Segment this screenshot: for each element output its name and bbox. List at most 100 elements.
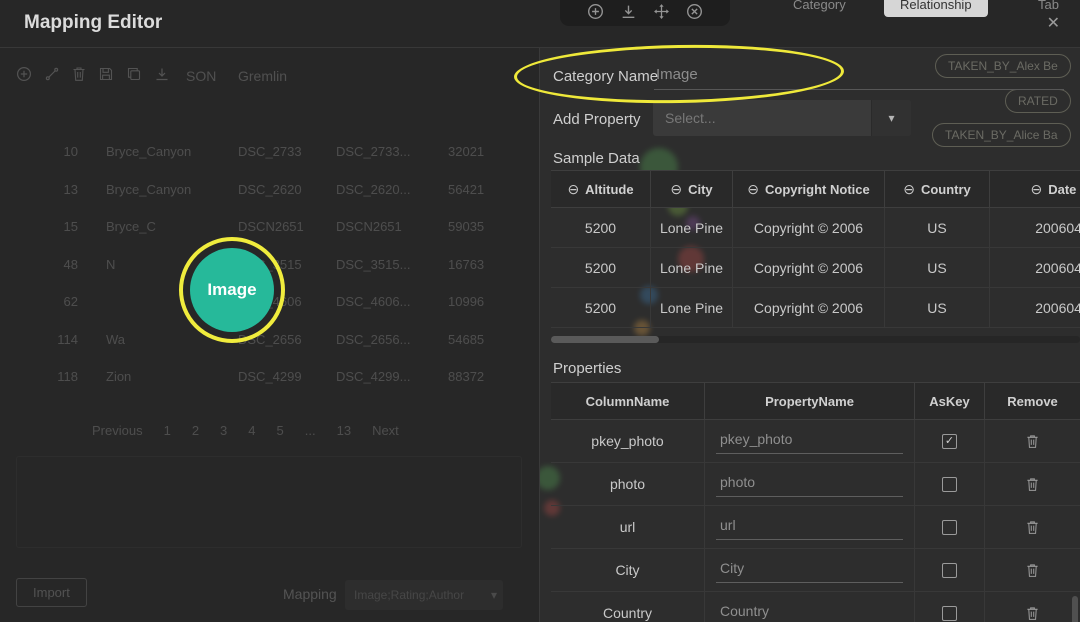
sample-column-header: ⊖ Country — [885, 171, 990, 207]
sample-data-title: Sample Data — [553, 150, 640, 167]
delete-property-button[interactable] — [1026, 563, 1039, 578]
highlight-ring: Image — [179, 237, 285, 343]
category-name-label: Category Name — [553, 68, 658, 85]
askey-checkbox[interactable]: ✓ — [942, 520, 957, 535]
pagination-previous[interactable]: Previous — [92, 423, 143, 438]
askey-checkbox[interactable]: ✓ — [942, 477, 957, 492]
property-name-input[interactable] — [716, 515, 903, 540]
copy-icon[interactable] — [126, 66, 142, 82]
relationship-pill[interactable]: RATED — [1005, 89, 1071, 113]
remove-column-icon[interactable]: ⊖ — [1031, 182, 1043, 196]
properties-table: ColumnName PropertyName AsKey Remove pke… — [551, 382, 1080, 622]
delete-property-button[interactable] — [1026, 477, 1039, 492]
sample-row: 5200 Lone Pine Copyright © 2006 US 20060… — [551, 248, 1080, 288]
vertical-scrollbar-thumb[interactable] — [1072, 596, 1078, 622]
add-property-select[interactable]: Select... ▾ — [653, 100, 911, 136]
property-row: photo ✓ — [551, 463, 1080, 506]
close-circle-icon[interactable] — [686, 3, 703, 21]
sample-column-header: ⊖ Altitude — [551, 171, 651, 207]
column-label: Date Cr — [1048, 182, 1080, 197]
sample-column-header: ⊖ Date Cr — [990, 171, 1080, 207]
cell: DSC_3515... — [336, 257, 420, 272]
cell: DSC_2733 — [238, 144, 308, 159]
save-icon[interactable] — [98, 66, 114, 82]
category-name-input[interactable] — [654, 60, 1064, 90]
cell: 5200 — [551, 248, 651, 287]
properties-title: Properties — [553, 360, 621, 377]
cell: Copyright © 2006 — [733, 288, 885, 327]
askey-checkbox[interactable]: ✓ — [942, 606, 957, 621]
delete-icon[interactable] — [72, 66, 86, 82]
column-header: PropertyName — [705, 383, 915, 419]
pagination-page[interactable]: 1 — [164, 423, 171, 438]
property-row: City ✓ — [551, 549, 1080, 592]
property-name-input[interactable] — [716, 472, 903, 497]
mapping-select-value: Image;Rating;Author — [354, 588, 487, 602]
cell: 48 — [40, 257, 78, 272]
cell: 54685 — [448, 332, 512, 347]
cell: US — [885, 248, 990, 287]
cell: 10 — [40, 144, 78, 159]
property-row: Country ✓ — [551, 592, 1080, 622]
pagination-page[interactable]: 13 — [337, 423, 351, 438]
pagination-page[interactable]: 5 — [277, 423, 284, 438]
property-column-name: photo — [551, 463, 705, 505]
table-row: 15Bryce_CDSCN2651DSCN265159035 — [40, 208, 512, 246]
column-header: AsKey — [915, 383, 985, 419]
check-icon: ✓ — [945, 436, 954, 447]
sample-data-table: ⊖ Altitude ⊖ City ⊖ Copyright Notice ⊖ C… — [551, 170, 1080, 328]
horizontal-scrollbar-thumb[interactable] — [551, 336, 659, 343]
image-category-node[interactable]: Image — [190, 248, 274, 332]
cell: 118 — [40, 369, 78, 384]
pagination-page[interactable]: 4 — [248, 423, 255, 438]
cell: 2006040 — [990, 248, 1080, 287]
delete-property-button[interactable] — [1026, 434, 1039, 449]
pagination-page[interactable]: 3 — [220, 423, 227, 438]
dimmed-content: SON Gremlin 10Bryce_CanyonDSC_2733DSC_27… — [0, 48, 539, 622]
download-icon[interactable] — [154, 66, 170, 82]
cell: Bryce_Canyon — [106, 144, 210, 159]
property-name-input[interactable] — [716, 601, 903, 622]
tab-category[interactable]: Category — [793, 0, 846, 12]
left-toolbar — [16, 66, 170, 82]
askey-checkbox[interactable]: ✓ — [942, 434, 957, 449]
column-header: ColumnName — [551, 383, 705, 419]
cell: 5200 — [551, 208, 651, 247]
move-icon[interactable] — [653, 3, 670, 21]
delete-property-button[interactable] — [1026, 520, 1039, 535]
cell: 88372 — [448, 369, 512, 384]
tab-fragment[interactable]: Tab — [1038, 0, 1059, 12]
drop-area — [16, 456, 522, 548]
pagination-ellipsis: ... — [305, 423, 316, 438]
mapping-select[interactable]: Image;Rating;Author ▾ — [345, 580, 503, 610]
import-button[interactable]: Import — [16, 578, 87, 607]
remove-column-icon[interactable]: ⊖ — [567, 182, 579, 196]
remove-column-icon[interactable]: ⊖ — [670, 182, 682, 196]
delete-property-button[interactable] — [1026, 606, 1039, 621]
download-icon[interactable] — [620, 3, 637, 21]
cell: 62 — [40, 294, 78, 309]
remove-column-icon[interactable]: ⊖ — [747, 182, 759, 196]
pagination: Previous 1 2 3 4 5 ... 13 Next — [92, 423, 399, 438]
cell: 59035 — [448, 219, 512, 234]
add-icon[interactable] — [16, 66, 32, 82]
cell: DSC_2620 — [238, 182, 308, 197]
pagination-page[interactable]: 2 — [192, 423, 199, 438]
cell: Wa — [106, 332, 210, 347]
property-name-input[interactable] — [716, 429, 903, 454]
cell: Lone Pine — [651, 248, 733, 287]
cell: US — [885, 208, 990, 247]
cell: Bryce_C — [106, 219, 210, 234]
relationship-pill[interactable]: TAKEN_BY_Alice Ba — [932, 123, 1071, 147]
add-circle-icon[interactable] — [587, 3, 604, 21]
remove-column-icon[interactable]: ⊖ — [903, 182, 915, 196]
tab-relationship[interactable]: Relationship — [884, 0, 988, 17]
property-name-input[interactable] — [716, 558, 903, 583]
askey-checkbox[interactable]: ✓ — [942, 563, 957, 578]
property-column-name: pkey_photo — [551, 420, 705, 462]
cell: DSC_2733... — [336, 144, 420, 159]
edit-icon[interactable] — [44, 66, 60, 82]
cell: Copyright © 2006 — [733, 248, 885, 287]
pagination-next[interactable]: Next — [372, 423, 399, 438]
close-icon[interactable]: ✕ — [1047, 13, 1060, 33]
